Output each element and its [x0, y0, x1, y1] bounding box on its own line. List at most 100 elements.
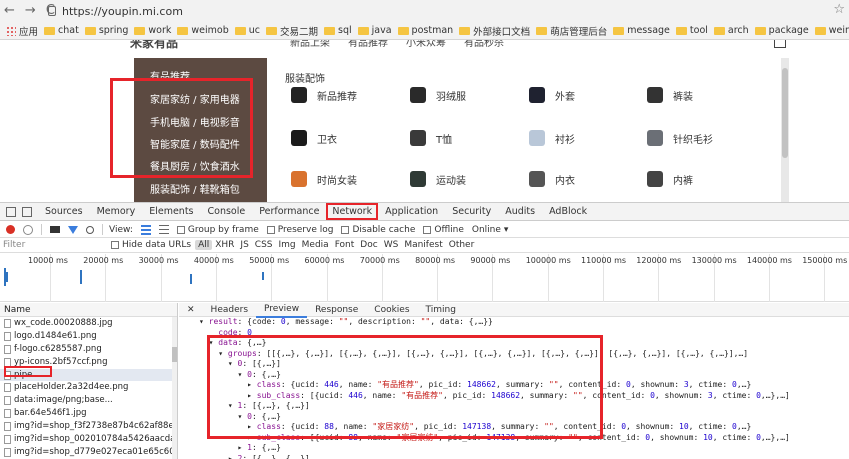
bookmark-java[interactable]: java [357, 25, 392, 36]
tab-audits[interactable]: Audits [498, 203, 542, 221]
clear-icon[interactable] [23, 224, 33, 235]
product-item[interactable]: 针织毛衫 [647, 130, 713, 146]
filter-type-doc[interactable]: Doc [357, 240, 380, 250]
group-by-frame-checkbox[interactable] [176, 225, 185, 234]
product-item[interactable]: 时尚女装 [291, 171, 357, 187]
tab-application[interactable]: Application [378, 203, 445, 221]
category-item[interactable]: 服装配饰 / 鞋靴箱包 [150, 181, 240, 196]
forward-icon[interactable]: → [25, 3, 36, 18]
inspect-element-icon[interactable] [6, 206, 16, 217]
filter-type-other[interactable]: Other [446, 240, 478, 250]
bookmark-postman[interactable]: postman [397, 25, 453, 36]
filter-type-xhr[interactable]: XHR [212, 240, 237, 250]
page-scrollbar[interactable] [781, 58, 789, 202]
tab-adblock[interactable]: AdBlock [542, 203, 594, 221]
bookmark-star-icon[interactable]: ☆ [833, 2, 845, 17]
filter-type-js[interactable]: JS [237, 240, 251, 250]
tab-console[interactable]: Console [201, 203, 253, 221]
json-line[interactable]: ▸ 1: {,…} [199, 443, 849, 454]
device-toolbar-icon[interactable] [22, 206, 32, 217]
request-row[interactable]: data:image/png;base... [0, 394, 177, 407]
filter-type-font[interactable]: Font [332, 240, 358, 250]
request-row[interactable]: logo.d1484e61.png [0, 330, 177, 343]
product-item[interactable]: 裤装 [647, 87, 693, 103]
overview-icon[interactable] [158, 224, 169, 235]
site-brand[interactable]: 米家有品 [130, 40, 178, 50]
bookmark-weimob-tool[interactable]: weimob-tool [814, 25, 849, 36]
site-nav-item[interactable]: 有品秒杀 [464, 40, 504, 49]
chevron-down-icon[interactable]: ▾ [504, 225, 509, 235]
bookmark-package[interactable]: package [754, 25, 809, 36]
filter-type-all[interactable]: All [195, 240, 213, 250]
search-icon[interactable] [86, 225, 94, 234]
site-nav-item[interactable]: 有品推荐 [348, 40, 388, 49]
request-row[interactable]: wx_code.00020888.jpg [0, 317, 177, 330]
tab-timing[interactable]: Timing [418, 303, 464, 317]
filter-type-manifest[interactable]: Manifest [401, 240, 445, 250]
throttle-select[interactable]: Online [472, 225, 501, 235]
product-item[interactable]: 运动装 [410, 171, 466, 187]
hide-data-urls-checkbox[interactable] [111, 241, 119, 249]
address-bar[interactable]: https://youpin.mi.com [48, 3, 183, 19]
close-icon[interactable]: ✕ [179, 303, 203, 317]
camera-icon[interactable] [50, 226, 60, 233]
tab-sources[interactable]: Sources [38, 203, 90, 221]
tab-network[interactable]: Network [326, 203, 379, 220]
json-line[interactable]: ▾ result: {code: 0, message: "", descrip… [199, 317, 849, 328]
offline-checkbox[interactable] [423, 225, 432, 234]
filter-icon[interactable] [68, 225, 78, 234]
request-row[interactable]: img?id=shop_f3f2738e87b4c62af88e17f9811a… [0, 420, 177, 433]
product-item[interactable]: 卫衣 [291, 130, 337, 146]
bookmark-trade[interactable]: 交易二期 [266, 24, 318, 38]
tab-response[interactable]: Response [307, 303, 366, 317]
bookmark-store-admin[interactable]: 萌店管理后台 [536, 24, 607, 38]
record-icon[interactable] [6, 225, 15, 234]
product-item[interactable]: T恤 [410, 130, 452, 146]
request-row[interactable]: f-logo.c6285587.png [0, 343, 177, 356]
site-nav-item[interactable]: 小米众筹 [406, 40, 446, 49]
bookmark-tool[interactable]: tool [675, 25, 708, 36]
url-text[interactable]: https://youpin.mi.com [62, 5, 183, 18]
bookmark-chat[interactable]: chat [44, 25, 79, 36]
bookmark-message[interactable]: message [613, 25, 670, 36]
bookmark-apps[interactable]: 应用 [6, 24, 38, 38]
request-row[interactable]: img?id=shop_002010784a5426aacda70844f383… [0, 433, 177, 446]
bookmark-spring[interactable]: spring [84, 25, 128, 36]
bookmark-arch[interactable]: arch [713, 25, 749, 36]
name-column-header[interactable]: Name [0, 303, 177, 317]
request-list-scrollbar[interactable] [172, 317, 177, 459]
product-item[interactable]: 内衣 [529, 171, 575, 187]
site-nav-item[interactable]: 新品上架 [290, 40, 330, 49]
preserve-log-checkbox[interactable] [266, 225, 275, 234]
product-item[interactable]: 内裤 [647, 171, 693, 187]
bookmark-weimob[interactable]: weimob [177, 25, 229, 36]
scrollbar-thumb[interactable] [782, 68, 788, 158]
cart-icon[interactable] [774, 40, 786, 48]
network-timeline[interactable]: 10000 ms 20000 ms 30000 ms 40000 ms 50000 ms… [0, 254, 849, 302]
filter-type-media[interactable]: Media [299, 240, 332, 250]
product-item[interactable]: 羽绒服 [410, 87, 466, 103]
tab-elements[interactable]: Elements [142, 203, 200, 221]
list-view-icon[interactable] [140, 224, 151, 235]
tab-headers[interactable]: Headers [203, 303, 256, 317]
filter-type-img[interactable]: Img [276, 240, 299, 250]
filter-type-css[interactable]: CSS [252, 240, 276, 250]
back-icon[interactable]: ← [4, 3, 15, 18]
tab-preview[interactable]: Preview [256, 303, 308, 318]
filter-type-ws[interactable]: WS [381, 240, 402, 250]
scrollbar-thumb[interactable] [172, 347, 177, 362]
bookmark-uc[interactable]: uc [234, 25, 260, 36]
disable-cache-checkbox[interactable] [341, 225, 350, 234]
product-item[interactable]: 新品推荐 [291, 87, 357, 103]
tab-memory[interactable]: Memory [90, 203, 143, 221]
request-row[interactable]: bar.64e546f1.jpg [0, 407, 177, 420]
bookmark-work[interactable]: work [134, 25, 171, 36]
filter-input[interactable]: Filter [3, 240, 103, 250]
request-row[interactable]: placeHolder.2a32d4ee.png [0, 381, 177, 394]
bookmark-api-docs[interactable]: 外部接口文档 [459, 24, 530, 38]
product-item[interactable]: 衬衫 [529, 130, 575, 146]
tab-security[interactable]: Security [445, 203, 498, 221]
product-item[interactable]: 外套 [529, 87, 575, 103]
bookmark-sql[interactable]: sql [324, 25, 352, 36]
tab-cookies[interactable]: Cookies [366, 303, 417, 317]
